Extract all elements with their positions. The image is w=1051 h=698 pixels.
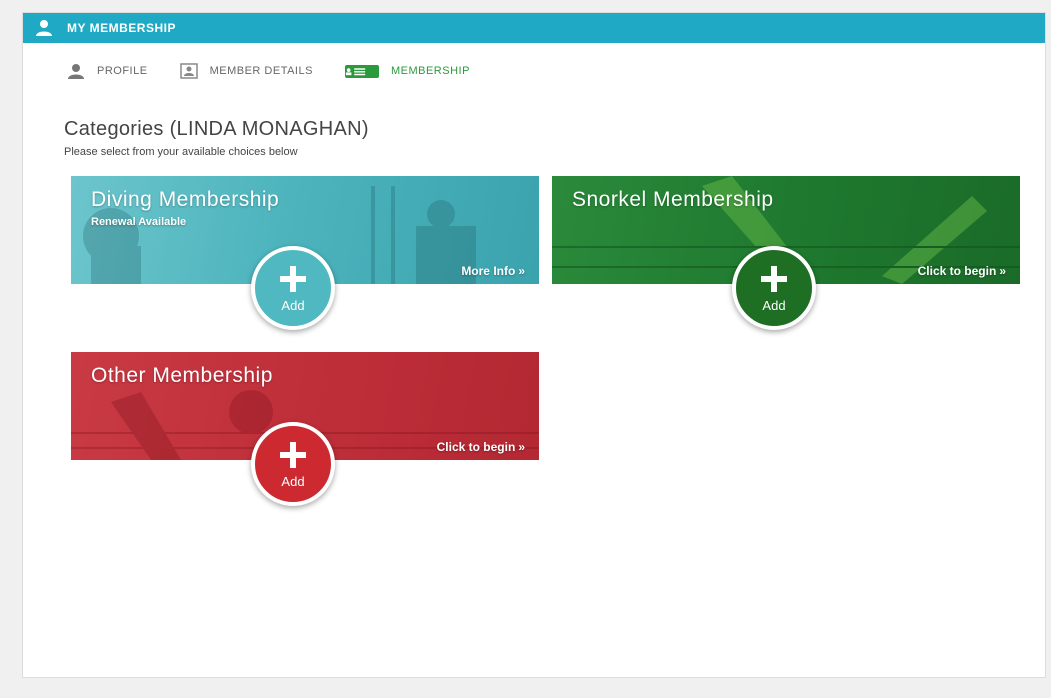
link-label: Click to begin	[917, 264, 997, 278]
renewal-status: Renewal Available	[91, 216, 187, 228]
add-label: Add	[762, 297, 786, 313]
double-chevron-right-icon: »	[999, 264, 1006, 278]
tab-bar: PROFILE MEMBER DETAILS MEMBERSHIP	[67, 63, 502, 79]
plus-icon	[761, 265, 787, 292]
more-info-link[interactable]: More Info»	[461, 264, 525, 278]
card-title: Diving Membership	[91, 188, 280, 211]
double-chevron-right-icon: »	[518, 264, 525, 278]
id-card-icon	[179, 63, 198, 79]
tab-profile[interactable]: PROFILE	[67, 63, 148, 79]
link-label: More Info	[461, 264, 516, 278]
page-subtitle: Please select from your available choice…	[64, 146, 298, 158]
double-chevron-right-icon: »	[518, 440, 525, 454]
membership-card-icon	[344, 64, 379, 78]
add-diving-button[interactable]: Add	[251, 246, 335, 330]
panel-header: MY MEMBERSHIP	[23, 13, 1045, 43]
tab-label: PROFILE	[97, 65, 148, 77]
link-label: Click to begin	[436, 440, 516, 454]
page-title: Categories (LINDA MONAGHAN)	[64, 118, 369, 140]
add-label: Add	[281, 297, 305, 313]
tab-label: MEMBER DETAILS	[209, 65, 313, 77]
click-to-begin-link[interactable]: Click to begin»	[918, 264, 1006, 278]
panel-title: MY MEMBERSHIP	[67, 21, 176, 35]
user-icon	[68, 64, 84, 79]
membership-panel: MY MEMBERSHIP PROFILE MEMBER DETAILS MEM…	[22, 12, 1046, 678]
add-snorkel-button[interactable]: Add	[732, 246, 816, 330]
plus-icon	[280, 441, 306, 468]
click-to-begin-link[interactable]: Click to begin»	[437, 440, 525, 454]
add-label: Add	[281, 473, 305, 489]
plus-icon	[280, 265, 306, 292]
tab-membership[interactable]: MEMBERSHIP	[344, 64, 470, 78]
tab-label: MEMBERSHIP	[390, 65, 470, 77]
snorkel-membership-card[interactable]: Snorkel Membership Click to begin» Add	[552, 176, 1020, 330]
user-icon	[36, 20, 52, 36]
diving-membership-card[interactable]: Diving Membership Renewal Available More…	[71, 176, 539, 330]
card-title: Snorkel Membership	[572, 188, 774, 211]
tab-member-details[interactable]: MEMBER DETAILS	[179, 63, 313, 79]
other-membership-card[interactable]: Other Membership Click to begin» Add	[71, 352, 539, 506]
card-title: Other Membership	[91, 364, 273, 387]
add-other-button[interactable]: Add	[251, 422, 335, 506]
